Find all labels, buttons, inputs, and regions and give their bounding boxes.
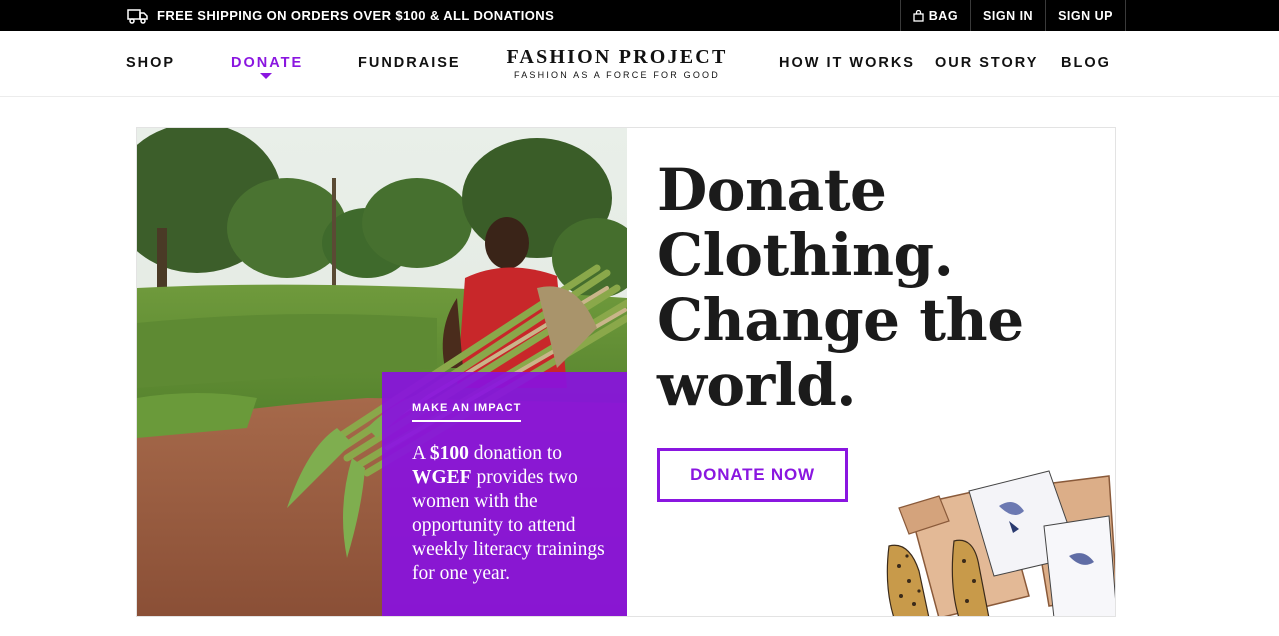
logo-tagline: FASHION AS A FORCE FOR GOOD: [514, 70, 720, 80]
hero-banner: MAKE AN IMPACT A $100 donation to WGEF p…: [136, 127, 1116, 617]
bag-button[interactable]: BAG: [899, 0, 970, 31]
main-nav: SHOP DONATE FUNDRAISE FASHION PROJECT FA…: [0, 31, 1279, 97]
nav-shop[interactable]: SHOP: [126, 55, 175, 71]
headline-line: world.: [657, 351, 856, 419]
bag-icon: [913, 9, 924, 22]
truck-icon: [127, 8, 148, 24]
impact-text-part: donation to: [468, 443, 563, 464]
donate-now-button[interactable]: DONATE NOW: [657, 448, 848, 502]
nav-blog[interactable]: BLOG: [1061, 55, 1111, 71]
clothing-illustration: [879, 446, 1115, 616]
logo-title: FASHION PROJECT: [506, 46, 728, 68]
sign-up-link[interactable]: SIGN UP: [1045, 0, 1126, 31]
impact-text-part: A: [412, 443, 430, 464]
impact-text: A $100 donation to WGEF provides two wom…: [412, 442, 607, 586]
headline-line: Donate: [657, 156, 887, 224]
bag-label: BAG: [928, 8, 959, 23]
impact-panel: MAKE AN IMPACT A $100 donation to WGEF p…: [382, 372, 627, 616]
impact-amount: $100: [429, 443, 469, 464]
top-bar: FREE SHIPPING ON ORDERS OVER $100 & ALL …: [0, 0, 1279, 31]
active-caret-icon: [260, 73, 272, 79]
account-links: BAG SIGN IN SIGN UP: [899, 0, 1126, 31]
shipping-text: FREE SHIPPING ON ORDERS OVER $100 & ALL …: [157, 8, 555, 23]
nav-our-story[interactable]: OUR STORY: [935, 55, 1038, 71]
headline-line: Change the: [657, 286, 1024, 354]
impact-org: WGEF: [412, 467, 472, 488]
shipping-promo: FREE SHIPPING ON ORDERS OVER $100 & ALL …: [127, 0, 554, 31]
nav-donate[interactable]: DONATE: [231, 55, 303, 71]
impact-tag: MAKE AN IMPACT: [412, 402, 522, 422]
nav-how-it-works[interactable]: HOW IT WORKS: [779, 55, 915, 71]
sign-in-link[interactable]: SIGN IN: [970, 0, 1045, 31]
site-logo[interactable]: FASHION PROJECT FASHION AS A FORCE FOR G…: [504, 47, 730, 80]
headline-line: Clothing.: [657, 221, 954, 289]
hero-headline: Donate Clothing. Change the world.: [657, 158, 1024, 418]
nav-fundraise[interactable]: FUNDRAISE: [358, 55, 461, 71]
